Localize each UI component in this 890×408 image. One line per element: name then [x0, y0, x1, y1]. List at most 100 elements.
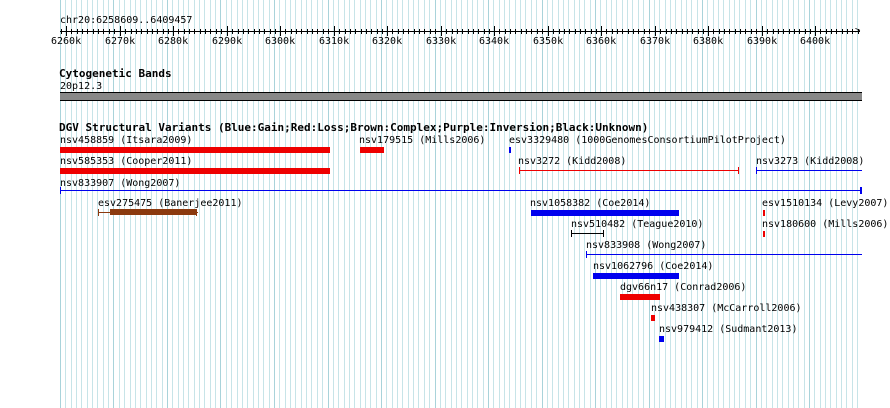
ruler-minor-tick [446, 29, 447, 34]
feature-span-line[interactable] [586, 254, 862, 255]
ruler-minor-tick [301, 29, 302, 34]
grid-line [525, 0, 526, 408]
feature-label[interactable]: nsv510482 (Teague2010) [571, 219, 703, 230]
ruler-minor-tick [729, 29, 730, 34]
ruler-tick [655, 26, 656, 36]
feature-span-cap [519, 167, 520, 174]
ruler-tick-label: 6260k [51, 36, 82, 47]
cytoband-band [60, 93, 862, 100]
grid-line [81, 0, 82, 408]
ruler-tick [494, 26, 495, 36]
grid-line [328, 0, 329, 408]
feature-label[interactable]: nsv1062796 (Coe2014) [593, 261, 713, 272]
grid-line [386, 0, 387, 408]
feature-bar[interactable] [360, 147, 384, 153]
ruler-minor-tick [285, 29, 286, 34]
ruler-minor-tick [682, 29, 683, 34]
ruler-minor-tick [136, 29, 137, 34]
grid-line [290, 0, 291, 408]
feature-label[interactable]: nsv180600 (Mills2006) [762, 219, 888, 230]
feature-bar[interactable] [509, 147, 511, 153]
grid-line [87, 0, 88, 408]
ruler-minor-tick [82, 29, 83, 34]
ruler-minor-tick [361, 29, 362, 34]
feature-label[interactable]: nsv833908 (Wong2007) [586, 240, 706, 251]
ruler-minor-tick [858, 29, 859, 34]
feature-label[interactable]: esv275475 (Banerjee2011) [98, 198, 243, 209]
feature-label[interactable]: esv3329480 (1000GenomesConsortiumPilotPr… [509, 135, 786, 146]
cytoband-track-title: Cytogenetic Bands [59, 67, 172, 80]
feature-label[interactable]: nsv833907 (Wong2007) [60, 178, 180, 189]
grid-line [65, 0, 66, 408]
feature-bar[interactable] [593, 273, 679, 279]
feature-bar[interactable] [763, 231, 765, 237]
ruler-minor-tick [259, 29, 260, 34]
ruler-tick-label: 6360k [586, 36, 617, 47]
feature-label[interactable]: nsv458859 (Itsara2009) [60, 135, 192, 146]
grid-line [702, 0, 703, 408]
feature-label[interactable]: nsv585353 (Cooper2011) [60, 156, 192, 167]
ruler-tick [66, 26, 67, 36]
ruler-tick [762, 26, 763, 36]
ruler-minor-tick [649, 29, 650, 34]
ruler-minor-tick [350, 29, 351, 34]
feature-bar[interactable] [60, 147, 330, 153]
ruler-minor-tick [87, 29, 88, 34]
feature-label[interactable]: nsv3272 (Kidd2008) [518, 156, 626, 167]
ruler-minor-tick [189, 29, 190, 34]
grid-line [76, 0, 77, 408]
grid-line [499, 0, 500, 408]
cytoband-border[interactable] [60, 92, 862, 101]
feature-bar[interactable] [110, 209, 196, 215]
grid-line [483, 0, 484, 408]
feature-label[interactable]: nsv438307 (McCarroll2006) [651, 303, 802, 314]
feature-label[interactable]: esv1510134 (Levy2007) [762, 198, 888, 209]
ruler-minor-tick [820, 29, 821, 34]
grid-line [360, 0, 361, 408]
ruler-minor-tick [773, 29, 774, 34]
ruler-tick [387, 26, 388, 36]
ruler-tick [334, 26, 335, 36]
feature-span-line[interactable] [571, 233, 604, 234]
ruler-minor-tick [216, 29, 217, 34]
feature-label[interactable]: dgv66n17 (Conrad2006) [620, 282, 746, 293]
grid-line [739, 0, 740, 408]
ruler-tick-label: 6340k [479, 36, 510, 47]
ruler-minor-tick [238, 29, 239, 34]
ruler-minor-tick [831, 29, 832, 34]
ruler-minor-tick [221, 29, 222, 34]
grid-line [445, 0, 446, 408]
ruler-minor-tick [687, 29, 688, 34]
feature-label[interactable]: nsv179515 (Mills2006) [359, 135, 485, 146]
feature-bar[interactable] [531, 210, 679, 216]
feature-span-line[interactable] [60, 190, 862, 191]
feature-bar[interactable] [763, 210, 765, 216]
feature-bar[interactable] [651, 315, 655, 321]
grid-line [440, 0, 441, 408]
ruler-minor-tick [184, 29, 185, 34]
feature-label[interactable]: nsv979412 (Sudmant2013) [659, 324, 797, 335]
ruler-minor-tick [617, 29, 618, 34]
ruler-minor-tick [735, 29, 736, 34]
feature-bar[interactable] [620, 294, 660, 300]
ruler-minor-tick [719, 29, 720, 34]
feature-label[interactable]: nsv3273 (Kidd2008) [756, 156, 864, 167]
ruler-minor-tick [254, 29, 255, 34]
feature-span-line[interactable] [756, 170, 862, 171]
ruler-minor-tick [382, 29, 383, 34]
ruler-minor-tick [633, 29, 634, 34]
grid-line [71, 0, 72, 408]
ruler-tick-label: 6320k [372, 36, 403, 47]
feature-bar[interactable] [60, 168, 330, 174]
grid-line [659, 0, 660, 408]
ruler-minor-tick [248, 29, 249, 34]
feature-span-line[interactable] [519, 170, 739, 171]
ruler-tick-label: 6270k [105, 36, 136, 47]
feature-bar[interactable] [659, 336, 664, 342]
ruler-minor-tick [505, 29, 506, 34]
grid-line [435, 0, 436, 408]
ruler-minor-tick [805, 29, 806, 34]
grid-line [301, 0, 302, 408]
feature-span-cap [98, 209, 99, 216]
feature-label[interactable]: nsv1058382 (Coe2014) [530, 198, 650, 209]
